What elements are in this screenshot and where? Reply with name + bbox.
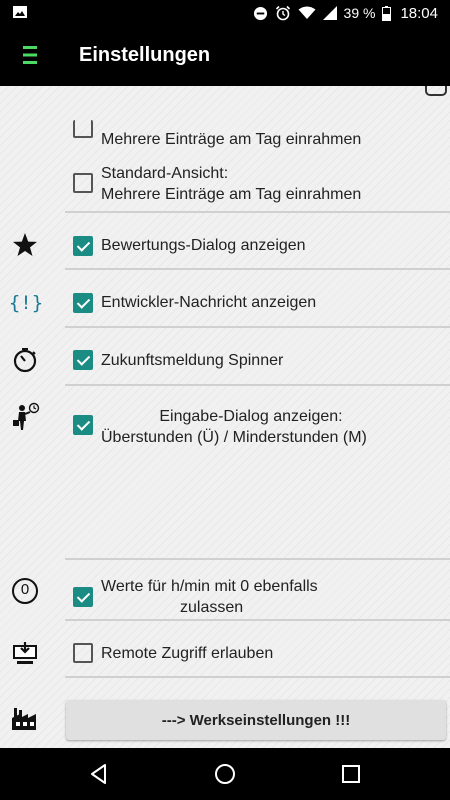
- zero-values-label-line1: Werte für h/min mit 0 ebenfalls: [101, 578, 318, 595]
- rating-dialog-label: Bewertungs-Dialog anzeigen: [101, 237, 306, 254]
- divider: [65, 558, 450, 560]
- rating-dialog-checkbox[interactable]: [73, 236, 93, 256]
- page-title: Einstellungen: [79, 44, 211, 66]
- signal-icon: [322, 6, 337, 20]
- future-spinner-checkbox[interactable]: [73, 350, 93, 370]
- download-icon: [10, 638, 40, 668]
- image-icon: [13, 6, 27, 18]
- divider: [65, 211, 450, 213]
- wifi-icon: [298, 6, 316, 19]
- navigation-bar: [0, 748, 450, 800]
- calendar-frame-checkbox[interactable]: [73, 120, 93, 138]
- standard-view-label-line2: Mehrere Einträge am Tag einrahmen: [101, 186, 362, 203]
- developer-message-checkbox[interactable]: [73, 293, 93, 313]
- menu-icon[interactable]: [23, 46, 37, 64]
- developer-braces-icon: {!}: [8, 292, 44, 314]
- worker-clock-icon: [10, 402, 40, 432]
- status-bar: 39 % 18:04: [0, 0, 450, 26]
- dnd-icon: [253, 6, 267, 20]
- zero-values-label-line2: zulassen: [180, 599, 244, 616]
- calendar-frame-label: Mehrere Einträge am Tag einrahmen: [101, 131, 362, 148]
- settings-list[interactable]: Mehrere Einträge am Tag einrahmen Standa…: [0, 86, 450, 748]
- input-dialog-label-line1: Eingabe-Dialog anzeigen:: [159, 408, 343, 425]
- zero-circle-icon: 0: [10, 576, 40, 606]
- app-bar: Einstellungen: [0, 26, 450, 86]
- input-dialog-checkbox[interactable]: [73, 415, 93, 435]
- divider: [65, 326, 450, 328]
- home-icon[interactable]: [213, 762, 237, 786]
- developer-message-label: Entwickler-Nachricht anzeigen: [101, 294, 317, 311]
- battery-icon: [382, 5, 392, 21]
- alarm-icon: [275, 5, 290, 21]
- divider: [65, 384, 450, 386]
- standard-view-label-line1: Standard-Ansicht:: [101, 165, 229, 182]
- divider: [65, 268, 450, 270]
- standard-view-checkbox[interactable]: [73, 173, 93, 193]
- timer-icon: [10, 345, 40, 375]
- zero-icon-text: 0: [20, 581, 30, 598]
- future-spinner-label: Zukunftsmeldung Spinner: [101, 352, 284, 369]
- back-icon[interactable]: [87, 762, 111, 786]
- divider: [65, 619, 450, 621]
- partial-checkbox[interactable]: [425, 86, 447, 96]
- zero-values-checkbox[interactable]: [73, 587, 93, 607]
- recents-icon[interactable]: [339, 762, 363, 786]
- input-dialog-label-line2: Überstunden (Ü) / Minderstunden (M): [101, 429, 367, 446]
- factory-icon: [10, 704, 40, 734]
- remote-access-label: Remote Zugriff erlauben: [101, 645, 274, 662]
- remote-access-checkbox[interactable]: [73, 643, 93, 663]
- divider: [65, 676, 450, 678]
- clock: 18:04: [400, 4, 438, 22]
- battery-percent: 39 %: [343, 5, 376, 21]
- star-icon: [10, 230, 40, 260]
- factory-reset-button[interactable]: ---> Werkseinstellungen !!!: [66, 700, 446, 740]
